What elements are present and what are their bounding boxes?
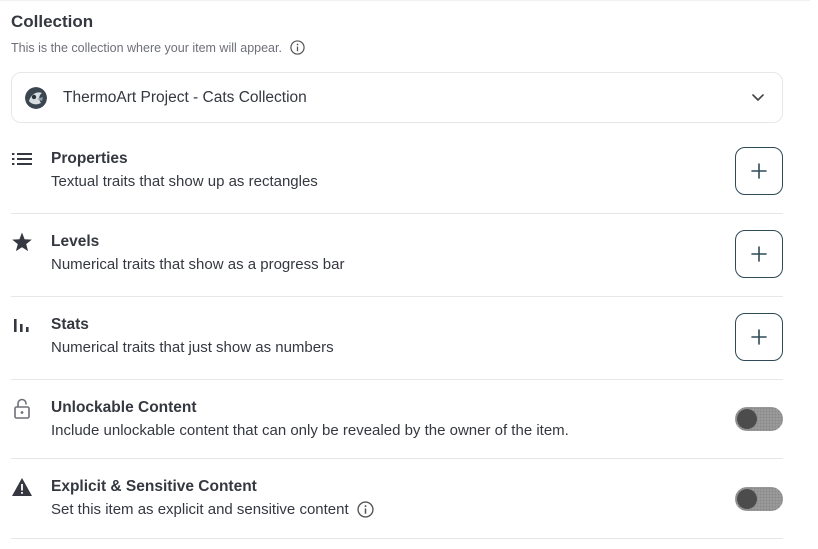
plus-icon — [751, 163, 767, 179]
stats-row: Stats Numerical traits that just show as… — [11, 297, 783, 380]
info-icon[interactable] — [357, 501, 374, 518]
list-icon — [12, 153, 32, 165]
levels-title: Levels — [51, 233, 100, 250]
stats-title: Stats — [51, 316, 89, 333]
star-icon — [12, 232, 32, 252]
collection-logo — [25, 86, 47, 109]
unlock-icon — [14, 398, 30, 419]
unlockable-title: Unlockable Content — [51, 399, 197, 416]
unlockable-description: Include unlockable content that can only… — [51, 422, 569, 439]
properties-description: Textual traits that show up as rectangle… — [51, 173, 318, 190]
collection-subtitle-text: This is the collection where your item w… — [11, 40, 282, 55]
properties-row: Properties Textual traits that show up a… — [11, 132, 783, 214]
levels-description: Numerical traits that show as a progress… — [51, 256, 344, 273]
info-icon[interactable] — [290, 40, 305, 55]
stats-description-text: Numerical traits that just show as numbe… — [51, 339, 334, 356]
add-stats-button[interactable] — [735, 313, 783, 361]
levels-row: Levels Numerical traits that show as a p… — [11, 214, 783, 297]
plus-icon — [751, 246, 767, 262]
explicit-toggle[interactable] — [735, 487, 783, 511]
unlockable-description-text: Include unlockable content that can only… — [51, 422, 569, 439]
explicit-description-text: Set this item as explicit and sensitive … — [51, 501, 349, 518]
levels-description-text: Numerical traits that show as a progress… — [51, 256, 345, 273]
chevron-down-icon — [752, 94, 764, 101]
collection-avatar — [25, 86, 47, 109]
properties-title: Properties — [51, 150, 128, 167]
stats-description: Numerical traits that just show as numbe… — [51, 339, 334, 356]
add-levels-button[interactable] — [735, 230, 783, 278]
explicit-description: Set this item as explicit and sensitive … — [51, 501, 374, 518]
warning-icon — [12, 478, 32, 496]
unlockable-toggle[interactable] — [735, 407, 783, 431]
add-properties-button[interactable] — [735, 147, 783, 195]
collection-select[interactable]: ThermoArt Project - Cats Collection — [11, 72, 783, 123]
bar-chart-icon — [14, 319, 29, 332]
unlockable-row: Unlockable Content Include unlockable co… — [11, 380, 783, 459]
top-divider — [0, 0, 810, 1]
collection-title: Collection — [11, 12, 94, 31]
explicit-row: Explicit & Sensitive Content Set this it… — [11, 459, 783, 539]
toggle-knob — [737, 489, 757, 509]
collection-subtitle: This is the collection where your item w… — [11, 40, 305, 55]
plus-icon — [751, 329, 767, 345]
properties-description-text: Textual traits that show up as rectangle… — [51, 173, 318, 190]
collection-selected-value: ThermoArt Project - Cats Collection — [63, 88, 307, 106]
toggle-knob — [737, 409, 757, 429]
explicit-title: Explicit & Sensitive Content — [51, 478, 257, 495]
